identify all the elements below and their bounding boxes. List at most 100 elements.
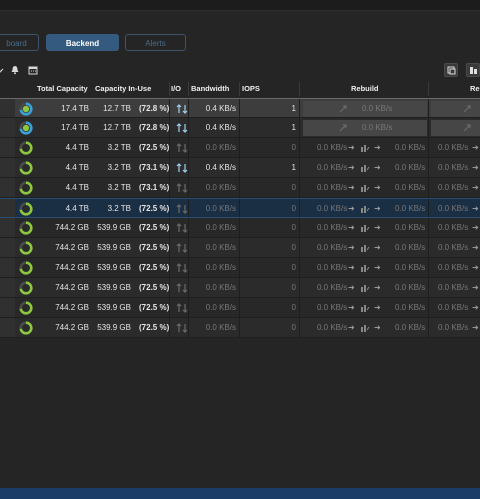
cell-divider: [169, 158, 170, 177]
arrow-right-icon: ➜: [374, 283, 381, 292]
total-capacity: 17.4 TB: [61, 123, 89, 132]
cell-divider: [299, 199, 300, 217]
rebuild-icon: [361, 145, 370, 152]
capacity-in-use: 539.9 GB: [97, 303, 131, 312]
cell-divider: [428, 99, 429, 117]
bandwidth-value: 0.4 KB/s: [205, 104, 236, 113]
rebuild-value-2: 0.0 KB/s: [395, 163, 426, 172]
settings-icon[interactable]: [466, 63, 480, 77]
rebuild-icon: [361, 165, 370, 172]
cell-divider: [188, 99, 189, 117]
cell-divider: [239, 138, 240, 157]
col-total-capacity[interactable]: Total Capacity: [37, 84, 88, 93]
arrow-right-icon: ➜: [374, 223, 381, 232]
rebuild-icon: [361, 185, 370, 192]
table-row[interactable]: 744.2 GB 539.9 GB (72.5 %) 0.0 KB/s 0 0.…: [0, 298, 480, 318]
col-rebuild[interactable]: Rebuild: [351, 84, 379, 93]
capacity-percent: (72.5 %): [139, 143, 170, 152]
ring-icon: [19, 281, 33, 295]
bandwidth-value: 0.0 KB/s: [205, 303, 236, 312]
cell-divider: [299, 178, 300, 197]
cell-divider: [188, 218, 189, 237]
table-row[interactable]: 744.2 GB 539.9 GB (72.5 %) 0.0 KB/s 0 0.…: [0, 218, 480, 238]
table-row[interactable]: 744.2 GB 539.9 GB (72.5 %) 0.0 KB/s 0 0.…: [0, 278, 480, 298]
rebuild-value-3: 0.0 KB/s: [438, 243, 469, 252]
io-arrows-icon: [176, 163, 188, 173]
capacity-in-use: 3.2 TB: [107, 183, 131, 192]
column-divider: [169, 82, 170, 96]
col-capacity-in-use[interactable]: Capacity In-Use: [95, 84, 151, 93]
copy-icon[interactable]: [444, 63, 458, 77]
ring-icon: [19, 161, 33, 175]
col-iops[interactable]: IOPS: [242, 84, 260, 93]
arrow-right-icon: ➜: [348, 283, 355, 292]
cell-divider: [299, 158, 300, 177]
row-gutter: [0, 178, 15, 197]
capacity-in-use: 3.2 TB: [107, 143, 131, 152]
rebuild-value-3: 0.0 KB/s: [438, 183, 469, 192]
cell-divider: [428, 238, 429, 257]
rebuild-value: 0.0 KB/s: [317, 263, 348, 272]
cell-divider: [169, 138, 170, 157]
rebuild-icon: [361, 225, 370, 232]
row-gutter: [0, 298, 15, 317]
table-row[interactable]: 4.4 TB 3.2 TB (73.1 %) 0.4 KB/s 1 0.0 KB…: [0, 158, 480, 178]
arrow-right-icon: ➜: [472, 243, 479, 252]
rebuild-value-3: 0.0 KB/s: [438, 263, 469, 272]
ring-icon: [19, 221, 33, 235]
bell-icon[interactable]: [8, 63, 22, 77]
tab-backend[interactable]: Backend: [46, 34, 119, 51]
rebuild-value: 0.0 KB/s: [317, 204, 348, 213]
io-arrows-icon: [176, 183, 188, 193]
arrow-right-icon: ➜: [348, 143, 355, 152]
chevron-down-icon[interactable]: [0, 63, 4, 77]
tab-label: Alerts: [145, 39, 166, 48]
column-divider: [428, 82, 429, 96]
table-row[interactable]: 4.4 TB 3.2 TB (72.5 %) 0.0 KB/s 0 0.0 KB…: [0, 138, 480, 158]
arrow-right-icon: ➜: [472, 143, 479, 152]
tab-alerts[interactable]: Alerts: [125, 34, 186, 51]
bandwidth-value: 0.0 KB/s: [205, 323, 236, 332]
top-bar: [0, 0, 480, 11]
calendar-icon[interactable]: [26, 63, 40, 77]
rebuild-icon: [361, 206, 370, 213]
arrow-right-icon: ➜: [374, 263, 381, 272]
table-row[interactable]: 4.4 TB 3.2 TB (72.5 %) 0.0 KB/s 0 0.0 KB…: [0, 198, 480, 218]
io-arrows-icon: [176, 104, 188, 114]
cell-divider: [428, 158, 429, 177]
table-row[interactable]: 4.4 TB 3.2 TB (73.1 %) 0.0 KB/s 0 0.0 KB…: [0, 178, 480, 198]
total-capacity: 744.2 GB: [55, 223, 89, 232]
cell-divider: [428, 218, 429, 237]
bandwidth-value: 0.0 KB/s: [205, 243, 236, 252]
total-capacity: 4.4 TB: [65, 163, 89, 172]
arrow-right-icon: ➜: [374, 303, 381, 312]
cell-divider: [239, 199, 240, 217]
table-row[interactable]: 17.4 TB 12.7 TB (72.8 %) 0.4 KB/s 1 0.0 …: [0, 118, 480, 138]
rebuild-value-2: 0.0 KB/s: [395, 263, 426, 272]
arrow-right-icon: ➜: [472, 223, 479, 232]
table-row[interactable]: 17.4 TB 12.7 TB (72.8 %) 0.4 KB/s 1 0.0 …: [0, 98, 480, 118]
cell-divider: [299, 218, 300, 237]
cell-divider: [169, 278, 170, 297]
table-row[interactable]: 744.2 GB 539.9 GB (72.5 %) 0.0 KB/s 0 0.…: [0, 238, 480, 258]
col-io[interactable]: I/O: [171, 84, 181, 93]
table-row[interactable]: 744.2 GB 539.9 GB (72.5 %) 0.0 KB/s 0 0.…: [0, 258, 480, 278]
col-bandwidth[interactable]: Bandwidth: [191, 84, 229, 93]
cell-divider: [299, 318, 300, 337]
backend-table: 17.4 TB 12.7 TB (72.8 %) 0.4 KB/s 1 0.0 …: [0, 98, 480, 338]
rebuild-value-3: 0.0 KB/s: [438, 303, 469, 312]
table-row[interactable]: 744.2 GB 539.9 GB (72.5 %) 0.0 KB/s 0 0.…: [0, 318, 480, 338]
arrow-right-icon: ➜: [374, 204, 381, 213]
ring-icon: [19, 141, 33, 155]
col-re[interactable]: Re: [470, 84, 480, 93]
arrow-right-icon: ➜: [348, 303, 355, 312]
tab-label: board: [6, 39, 27, 48]
tab-dashboard[interactable]: board: [0, 34, 39, 51]
rebuild-value: 0.0 KB/s: [317, 283, 348, 292]
row-gutter: [0, 278, 15, 297]
cell-divider: [188, 118, 189, 137]
rebuild-block: [431, 101, 480, 117]
capacity-percent: (72.5 %): [139, 243, 170, 252]
bandwidth-value: 0.0 KB/s: [205, 183, 236, 192]
capacity-in-use: 12.7 TB: [103, 123, 131, 132]
